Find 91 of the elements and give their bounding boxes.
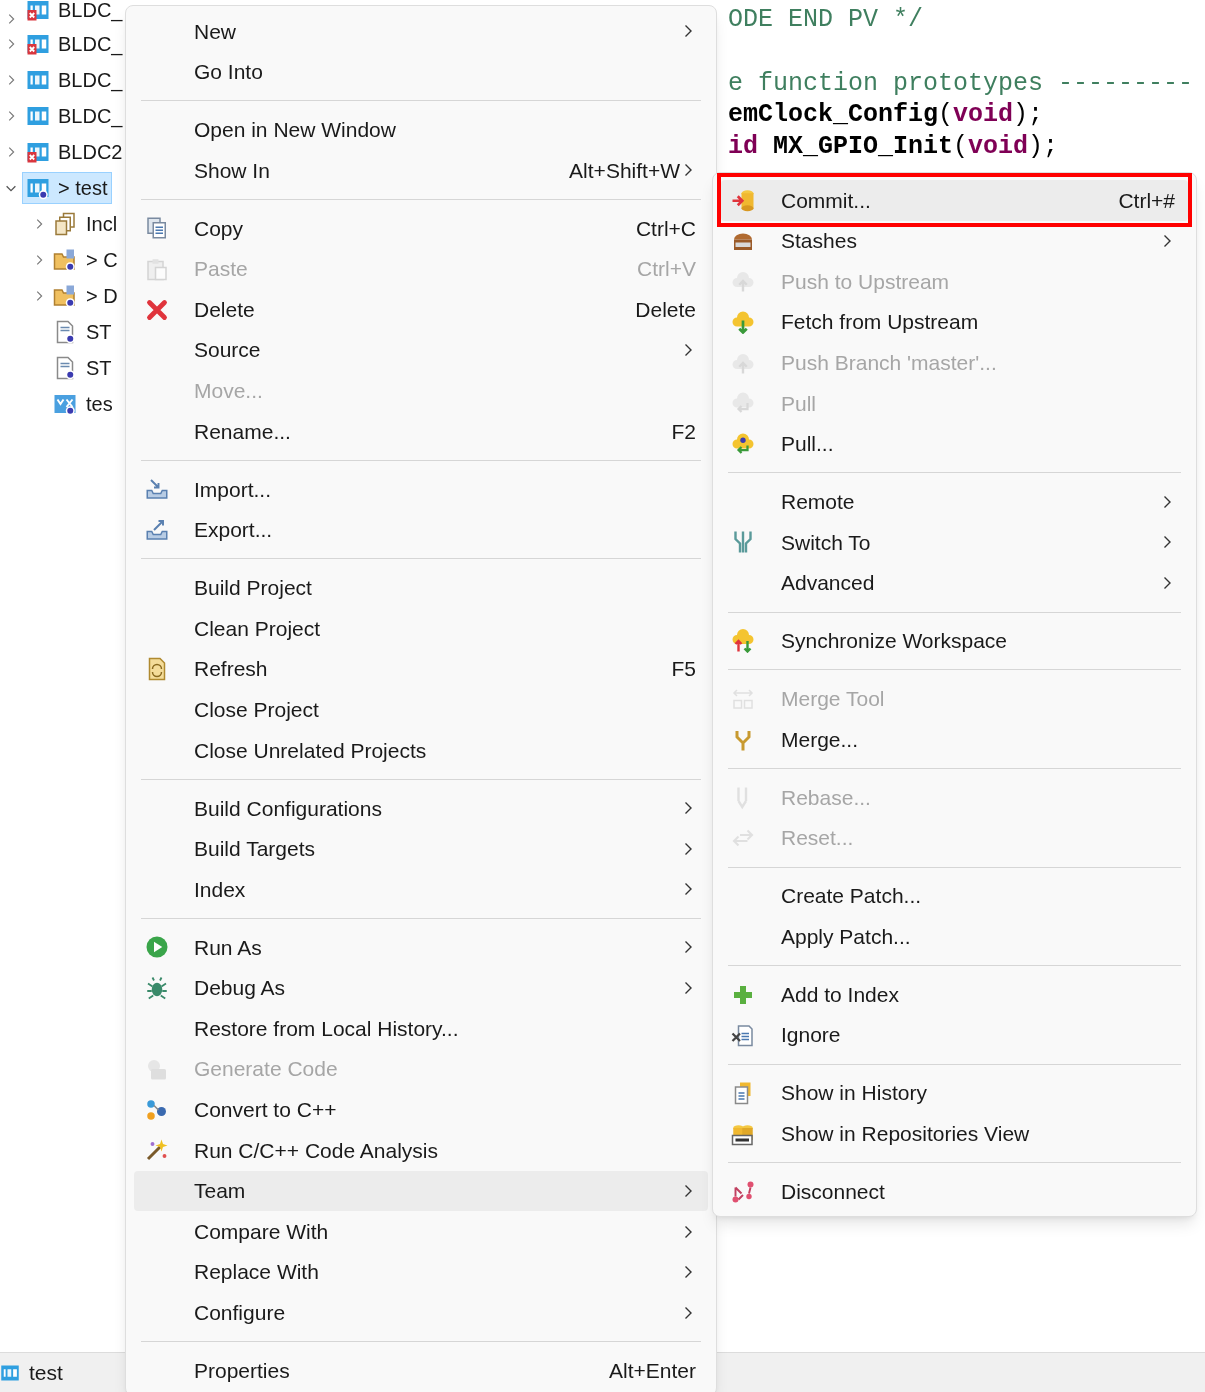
menu-item[interactable]: Index xyxy=(134,869,708,910)
tree-row[interactable]: BLDC_ xyxy=(22,28,128,60)
tree-item-label[interactable]: BLDC_ xyxy=(58,0,123,25)
tree-item-label[interactable]: BLDC_ xyxy=(58,101,123,131)
tree-item-label[interactable]: BLDC_ xyxy=(58,65,123,95)
tree-item-label[interactable]: ST xyxy=(86,353,112,383)
status-label: test xyxy=(29,1359,63,1386)
tree-item-label[interactable]: BLDC_ xyxy=(58,29,123,59)
generate-icon xyxy=(145,1057,169,1082)
tree-item-label[interactable]: > D xyxy=(86,281,118,311)
copy-icon xyxy=(145,216,169,241)
delete-icon xyxy=(145,297,169,322)
tree-row[interactable]: BLDC_ xyxy=(22,64,128,96)
menu-item[interactable]: Restore from Local History... xyxy=(134,1008,708,1049)
menu-item[interactable]: Rename... F2 xyxy=(134,411,708,452)
folder-icon xyxy=(53,248,77,272)
menu-item[interactable]: Team xyxy=(134,1170,708,1212)
selected-tree-row[interactable]: > test xyxy=(22,172,113,204)
menu-item[interactable]: Create Patch... xyxy=(721,875,1188,917)
menu-item[interactable]: Disconnect xyxy=(721,1171,1188,1213)
menu-item[interactable]: Build Targets xyxy=(134,828,708,870)
menu-item[interactable]: Copy Ctrl+C xyxy=(134,208,708,249)
branches-icon xyxy=(731,530,755,555)
menu-item[interactable]: Clean Project xyxy=(134,608,708,649)
menu-item[interactable]: Import... xyxy=(134,469,708,510)
code-line: ODE END PV */ xyxy=(728,4,925,36)
code-line: e function prototypes --------- xyxy=(728,67,1195,99)
menu-item[interactable]: Show In Alt+Shift+W xyxy=(134,150,708,191)
menu-item[interactable]: Run C/C++ Code Analysis xyxy=(134,1130,708,1171)
folder-icon xyxy=(53,284,77,308)
menu-item[interactable]: Replace With xyxy=(134,1251,708,1293)
code-line: id MX_GPIO_Init(void); xyxy=(728,130,1060,162)
merge-tool-icon xyxy=(731,686,755,711)
menu-item[interactable]: New xyxy=(134,11,708,52)
menu-item[interactable]: Convert to C++ xyxy=(134,1089,708,1131)
menu-item[interactable]: Compare With xyxy=(134,1211,708,1252)
menu-item[interactable]: Build Configurations xyxy=(134,787,708,829)
menu-item[interactable]: Apply Patch... xyxy=(721,916,1188,957)
import-icon xyxy=(145,477,169,502)
run-icon xyxy=(145,935,169,960)
menu-item[interactable]: Remote xyxy=(721,481,1188,523)
menu-item[interactable]: Switch To xyxy=(721,522,1188,563)
tree-item-label[interactable]: > C xyxy=(86,245,118,275)
menu-item[interactable]: Refresh F5 xyxy=(134,648,708,690)
tree-item-label[interactable]: > test xyxy=(58,173,108,203)
tree-item-label[interactable]: ST xyxy=(86,317,112,347)
menu-item[interactable]: Open in New Window xyxy=(134,109,708,151)
tree-item-label[interactable]: Incl xyxy=(86,209,118,239)
menu-item[interactable]: Show in Repositories View xyxy=(721,1113,1188,1155)
menu-item[interactable]: Configure xyxy=(134,1292,708,1334)
menu-item[interactable]: Synchronize Workspace xyxy=(721,620,1188,662)
tree-row[interactable]: BLDC2 xyxy=(22,136,128,168)
menu-item[interactable]: Show in History xyxy=(721,1072,1188,1114)
menu-item[interactable]: Advanced xyxy=(721,562,1188,604)
tree-item-label[interactable]: tes xyxy=(86,389,113,419)
bug-icon xyxy=(145,976,169,1000)
menu-item[interactable]: Ignore xyxy=(721,1014,1188,1056)
menu-item[interactable]: Add to Index xyxy=(721,974,1188,1015)
export-icon xyxy=(145,517,169,542)
cloud-icon xyxy=(731,310,755,335)
commit-icon xyxy=(731,188,755,213)
menu-item[interactable]: Close Project xyxy=(134,689,708,730)
menu-item[interactable]: Go Into xyxy=(134,51,708,93)
disconnect-icon xyxy=(731,1179,755,1204)
tree-row[interactable]: BLDC_ xyxy=(22,100,128,132)
menu-item[interactable]: Commit... Ctrl+# xyxy=(721,180,1188,221)
ignore-icon xyxy=(731,1023,755,1048)
tree-row[interactable]: BLDC_ xyxy=(22,0,128,26)
menu-item[interactable]: Stashes xyxy=(721,220,1188,262)
magic-wand-icon xyxy=(145,1138,169,1163)
convert-icon xyxy=(145,1097,169,1122)
sync-icon xyxy=(731,629,755,653)
menu-item[interactable]: Source xyxy=(134,329,708,371)
tree-item-label[interactable]: BLDC2 xyxy=(58,137,123,167)
chip-file-icon xyxy=(53,392,77,416)
menu-item[interactable]: Merge... xyxy=(721,719,1188,760)
menu-item[interactable]: Run As xyxy=(134,927,708,968)
cloud-icon xyxy=(731,431,755,456)
clipboard-icon xyxy=(145,257,169,281)
code-line: emClock_Config(void); xyxy=(728,99,1045,131)
menu-item[interactable]: Properties Alt+Enter xyxy=(134,1350,708,1392)
menu-item[interactable]: Debug As xyxy=(134,967,708,1009)
includes-icon xyxy=(53,212,77,236)
menu-item[interactable]: Pull... xyxy=(721,423,1188,465)
menu-item[interactable]: Close Unrelated Projects xyxy=(134,730,708,771)
menu-item[interactable]: Fetch from Upstream xyxy=(721,301,1188,343)
cloud-icon xyxy=(731,269,755,294)
menu-item[interactable]: Build Project xyxy=(134,567,708,609)
menu-item[interactable]: Export... xyxy=(134,509,708,551)
cloud-icon xyxy=(731,391,755,416)
menu-item[interactable]: Delete Delete xyxy=(134,289,708,330)
